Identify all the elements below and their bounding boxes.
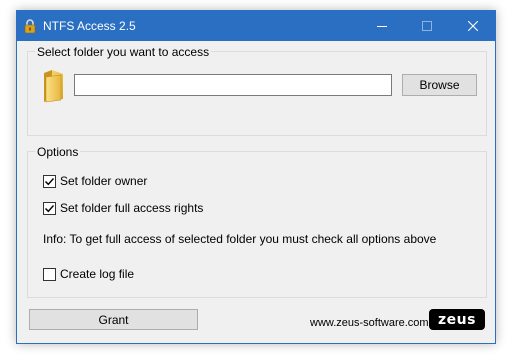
minimize-icon (376, 26, 387, 27)
window-title: NTFS Access 2.5 (43, 19, 136, 33)
create-log-option[interactable]: Create log file (43, 267, 134, 281)
create-log-checkbox[interactable] (43, 267, 56, 281)
set-full-access-label: Set folder full access rights (60, 201, 204, 215)
close-button[interactable] (450, 11, 495, 41)
set-folder-owner-label: Set folder owner (60, 174, 148, 188)
close-icon (467, 21, 478, 31)
zeus-logo: zeus (429, 309, 485, 330)
checkmark-icon (45, 204, 55, 212)
website-link[interactable]: www.zeus-software.com (310, 317, 429, 329)
maximize-icon (421, 21, 432, 31)
minimize-button[interactable] (359, 11, 404, 41)
set-full-access-option[interactable]: Set folder full access rights (43, 201, 203, 215)
browse-button[interactable]: Browse (402, 74, 477, 96)
title-bar[interactable]: NTFS Access 2.5 (17, 11, 495, 41)
info-text: Info: To get full access of selected fol… (43, 232, 437, 246)
padlock-icon (24, 19, 36, 33)
set-full-access-checkbox[interactable] (43, 201, 56, 215)
set-folder-owner-checkbox[interactable] (43, 174, 56, 188)
maximize-button[interactable] (404, 11, 449, 41)
options-group-legend: Options (35, 145, 81, 159)
set-folder-owner-option[interactable]: Set folder owner (43, 174, 147, 188)
app-window: NTFS Access 2.5 Select folder you want t… (16, 10, 496, 344)
checkmark-icon (45, 177, 55, 185)
folder-path-input[interactable] (74, 74, 392, 96)
grant-button[interactable]: Grant (29, 309, 198, 330)
folder-group-legend: Select folder you want to access (35, 45, 212, 59)
create-log-label: Create log file (60, 267, 135, 281)
folder-icon (44, 70, 63, 103)
